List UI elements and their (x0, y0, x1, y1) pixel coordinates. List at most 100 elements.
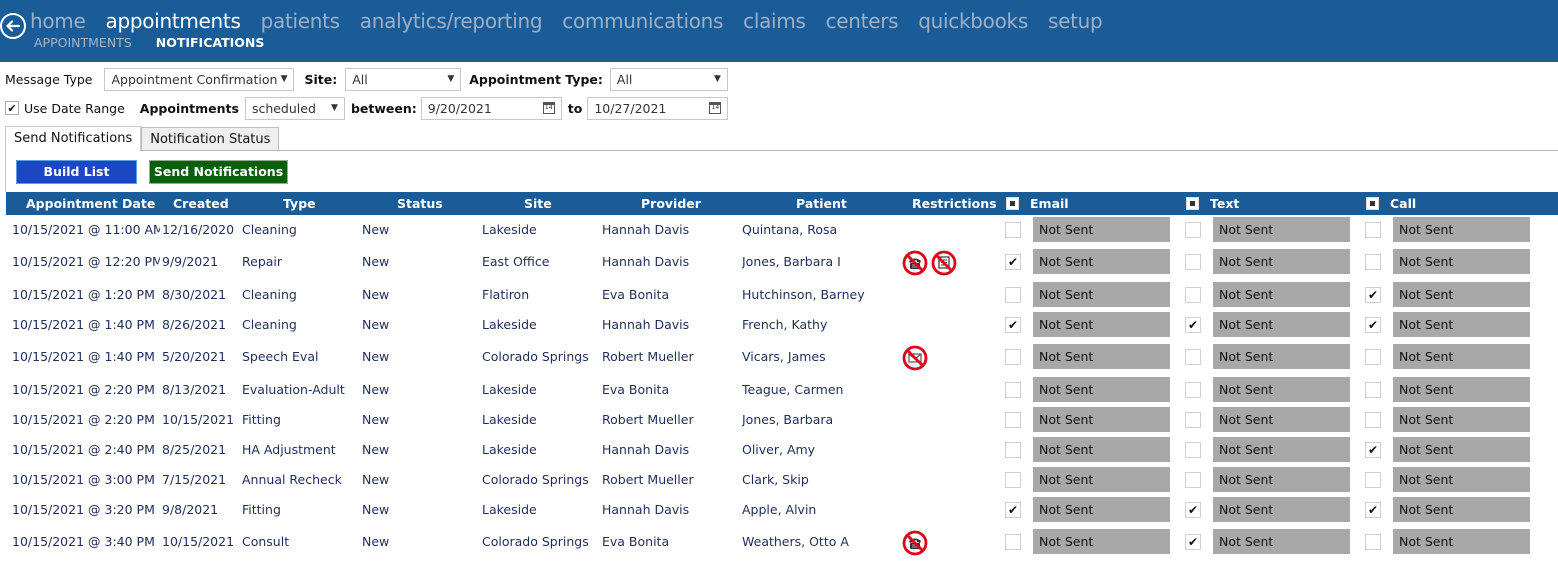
calendar-icon[interactable]: 14 (709, 102, 722, 114)
table-row[interactable]: 10/15/2021 @ 3:00 PM 7/15/2021 Annual Rech… (0, 465, 1558, 495)
text-checkbox[interactable] (1185, 254, 1201, 270)
table-row[interactable]: 10/15/2021 @ 1:40 PM 5/20/2021 Speech Eval… (0, 342, 1558, 372)
table-row[interactable]: 10/15/2021 @ 2:40 PM 8/25/2021 HA Adjustme… (0, 435, 1558, 465)
email-checkbox[interactable] (1005, 442, 1021, 458)
select-all-call-checkbox[interactable] (1366, 197, 1379, 210)
patient-cell[interactable]: Apple, Alvin (742, 495, 816, 525)
patient-cell[interactable]: French, Kathy (742, 310, 827, 340)
col-appointment-date[interactable]: Appointment Date (26, 192, 155, 215)
table-row[interactable]: 10/15/2021 @ 1:20 PM 8/30/2021 Cleaning New… (0, 280, 1558, 310)
to-date-input[interactable]: 10/27/2021 14 (587, 96, 729, 120)
text-checkbox[interactable] (1185, 382, 1201, 398)
table-row[interactable]: 10/15/2021 @ 2:20 PM 10/15/2021 Fitting New… (0, 405, 1558, 435)
tab-notification-status[interactable]: Notification Status (141, 127, 280, 151)
call-checkbox[interactable] (1365, 382, 1381, 398)
nav-patients[interactable]: patients (261, 6, 341, 36)
appointment-type-select[interactable]: All ▼ (609, 67, 728, 91)
email-checkbox[interactable] (1005, 222, 1021, 238)
table-row[interactable]: 10/15/2021 @ 2:20 PM 8/13/2021 Evaluation-… (0, 375, 1558, 405)
subnav-notifications[interactable]: NOTIFICATIONS (156, 35, 265, 51)
status-cell: New (362, 349, 390, 364)
select-all-text-checkbox[interactable] (1186, 197, 1199, 210)
nav-centers[interactable]: centers (826, 6, 899, 36)
nav-claims[interactable]: claims (743, 6, 806, 36)
patient-cell[interactable]: Weathers, Otto A (742, 527, 849, 557)
text-checkbox[interactable] (1185, 412, 1201, 428)
table-row[interactable]: 10/15/2021 @ 11:00 AM 12/16/2020 Cleaning N… (0, 215, 1558, 245)
email-checkbox[interactable] (1005, 534, 1021, 550)
text-status-field: Not Sent (1213, 249, 1350, 274)
from-date-input[interactable]: 9/20/2021 14 (420, 96, 562, 120)
call-checkbox[interactable] (1365, 412, 1381, 428)
text-checkbox[interactable] (1185, 222, 1201, 238)
table-row[interactable]: 10/15/2021 @ 12:20 PM 9/9/2021 Repair New Ea… (0, 247, 1558, 277)
text-status-field: Not Sent (1213, 407, 1350, 432)
table-row[interactable]: 10/15/2021 @ 1:40 PM 8/26/2021 Cleaning New… (0, 310, 1558, 340)
site-select[interactable]: All ▼ (345, 67, 462, 91)
text-checkbox[interactable] (1185, 442, 1201, 458)
nav-quickbooks[interactable]: quickbooks (918, 6, 1028, 36)
patient-cell[interactable]: Clark, Skip (742, 465, 809, 495)
message-type-select[interactable]: Appointment Confirmation ▼ (104, 67, 295, 91)
email-checkbox[interactable] (1005, 349, 1021, 365)
call-checkbox[interactable]: ✔ (1365, 442, 1381, 458)
text-checkbox[interactable]: ✔ (1185, 502, 1201, 518)
table-row[interactable]: 10/15/2021 @ 3:40 PM 10/15/2021 Consult New… (0, 527, 1558, 557)
nav-setup[interactable]: setup (1048, 6, 1103, 36)
col-email[interactable]: Email (1030, 192, 1069, 215)
call-checkbox[interactable] (1365, 349, 1381, 365)
email-checkbox[interactable]: ✔ (1005, 317, 1021, 333)
site-cell: Colorado Springs (482, 534, 589, 549)
select-all-email-checkbox[interactable] (1006, 197, 1019, 210)
tab-send-notifications[interactable]: Send Notifications (5, 126, 142, 151)
patient-cell[interactable]: Hutchinson, Barney (742, 280, 865, 310)
call-checkbox[interactable] (1365, 254, 1381, 270)
appointments-status-select[interactable]: scheduled ▼ (244, 96, 345, 120)
text-checkbox[interactable] (1185, 349, 1201, 365)
subnav-appointments[interactable]: APPOINTMENTS (34, 35, 132, 51)
col-restrictions[interactable]: Restrictions (912, 192, 997, 215)
email-checkbox[interactable] (1005, 287, 1021, 303)
appointments-label: Appointments (139, 100, 239, 116)
text-checkbox[interactable]: ✔ (1185, 317, 1201, 333)
build-list-button[interactable]: Build List (16, 160, 137, 184)
col-provider[interactable]: Provider (641, 192, 701, 215)
call-checkbox[interactable]: ✔ (1365, 317, 1381, 333)
send-notifications-button[interactable]: Send Notifications (149, 160, 288, 184)
patient-cell[interactable]: Jones, Barbara (742, 405, 833, 435)
nav-communications[interactable]: communications (562, 6, 723, 36)
email-checkbox[interactable] (1005, 382, 1021, 398)
text-checkbox[interactable] (1185, 472, 1201, 488)
email-checkbox[interactable]: ✔ (1005, 254, 1021, 270)
nav-home[interactable]: home (30, 6, 86, 36)
email-checkbox[interactable]: ✔ (1005, 502, 1021, 518)
call-checkbox[interactable]: ✔ (1365, 287, 1381, 303)
email-checkbox[interactable] (1005, 472, 1021, 488)
calendar-icon[interactable]: 14 (542, 102, 555, 114)
use-date-range-checkbox[interactable]: ✔ (5, 101, 19, 115)
col-call[interactable]: Call (1390, 192, 1416, 215)
col-status[interactable]: Status (397, 192, 443, 215)
patient-cell[interactable]: Quintana, Rosa (742, 215, 837, 245)
col-created[interactable]: Created (173, 192, 229, 215)
back-button[interactable] (0, 13, 26, 39)
nav-appointments[interactable]: appointments (106, 6, 241, 36)
table-row[interactable]: 10/15/2021 @ 3:20 PM 9/8/2021 Fitting New La… (0, 495, 1558, 525)
patient-cell[interactable]: Jones, Barbara I (742, 247, 841, 277)
col-patient[interactable]: Patient (796, 192, 847, 215)
call-checkbox[interactable] (1365, 222, 1381, 238)
text-checkbox[interactable]: ✔ (1185, 534, 1201, 550)
col-type[interactable]: Type (283, 192, 316, 215)
call-checkbox[interactable]: ✔ (1365, 502, 1381, 518)
call-checkbox[interactable] (1365, 472, 1381, 488)
call-checkbox[interactable] (1365, 534, 1381, 550)
col-site[interactable]: Site (524, 192, 552, 215)
patient-cell[interactable]: Oliver, Amy (742, 435, 815, 465)
patient-cell[interactable]: Teague, Carmen (742, 375, 843, 405)
col-text[interactable]: Text (1210, 192, 1239, 215)
nav-analytics-reporting[interactable]: analytics/reporting (360, 6, 543, 36)
email-checkbox[interactable] (1005, 412, 1021, 428)
type-cell: Consult (242, 534, 290, 549)
text-checkbox[interactable] (1185, 287, 1201, 303)
patient-cell[interactable]: Vicars, James (742, 342, 826, 372)
